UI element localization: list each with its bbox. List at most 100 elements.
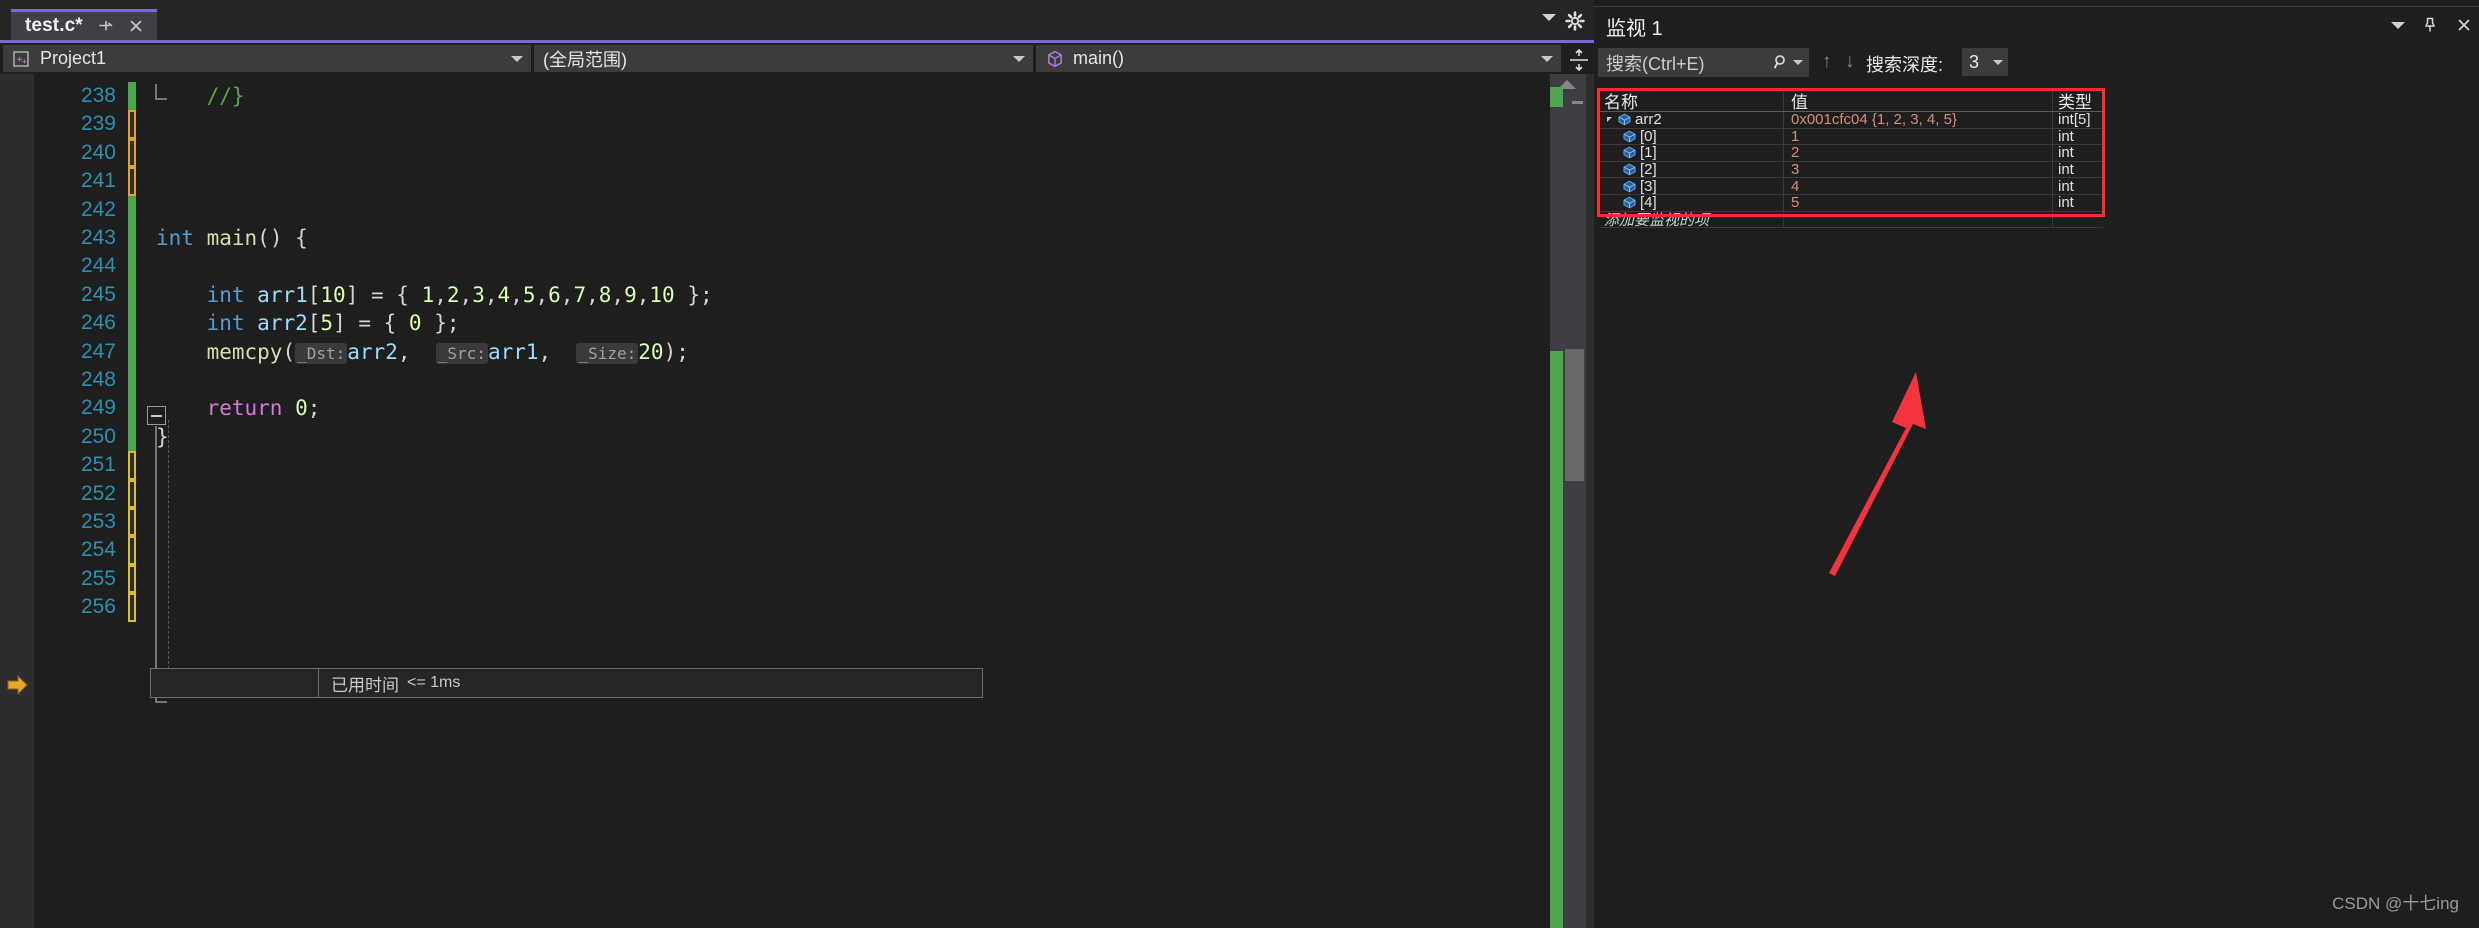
code-token: , [636,282,650,307]
indicator-margin [0,74,34,928]
search-depth-selector[interactable]: 3 [1962,48,2008,76]
code-token: int [156,282,245,307]
comment-brace-foot [155,84,167,100]
change-indicator-bar [128,479,136,508]
chevron-down-icon[interactable] [2391,21,2405,29]
line-number: 244 [80,254,116,278]
line-number: 238 [80,84,116,107]
code-token: ; [307,396,321,421]
search-icon[interactable] [1773,54,1790,71]
search-input[interactable]: 搜索(Ctrl+E) [1598,48,1809,77]
code-token: ] = { [345,282,422,307]
cpp-project-icon: + + [12,49,32,69]
collapse-region-toggle[interactable] [147,406,166,425]
code-token: , [586,282,599,307]
watch-row[interactable]: [0] 1 int [1599,128,2103,146]
change-indicator-bar [128,224,136,253]
code-line[interactable]: //} [156,82,245,110]
watch-row[interactable]: [3] 4 int [1599,178,2103,195]
chevron-down-icon[interactable] [1541,55,1553,62]
tab-overflow-chevron-down-icon[interactable] [1542,14,1556,21]
watch-row[interactable]: arr2 0x001cfc04 {1, 2, 3, 4, 5} int[5] [1599,112,2103,129]
watch-row-name-cell[interactable]: arr2 [1599,112,1784,128]
watch-row-value-cell[interactable]: 1 [1784,128,2053,145]
code-token: , [510,282,523,307]
watch-row-type-cell: int [2053,162,2103,178]
column-header-value[interactable]: 值 [1784,90,2053,111]
watch-row-value-cell[interactable]: 2 [1784,145,2053,161]
arrow-up-icon[interactable]: ↑ [1822,51,1832,73]
member-selector[interactable]: main() [1036,45,1561,72]
editor-vertical-scrollbar[interactable] [1550,74,1586,928]
code-token: ] = { [333,311,409,336]
chevron-down-icon[interactable] [1993,59,2003,65]
parameter-hint-badge: _Size: [576,342,639,364]
watch-row-value: 5 [1791,194,1800,211]
document-tab-test-c[interactable]: test.c* [11,9,157,40]
search-options-chevron-down-icon[interactable] [1793,60,1803,65]
watch-row-value-cell[interactable]: 5 [1784,194,2053,211]
code-token: [ [307,311,321,336]
watch-row-name: arr2 [1635,112,1662,128]
watch-row[interactable]: [1] 2 int [1599,145,2103,162]
change-indicator-bar [128,110,136,139]
scrollbar-thumb[interactable] [1565,349,1584,481]
project-selector[interactable]: + + Project1 [3,45,531,72]
chevron-down-icon[interactable] [511,55,523,62]
watch-row-name-cell[interactable]: [3] [1599,178,1784,194]
watch-add-row[interactable]: 添加要监视的项 [1599,211,2103,229]
pin-icon[interactable] [2421,16,2439,34]
gear-icon[interactable] [1564,10,1586,32]
watch-add-row-value-cell[interactable] [1784,211,2053,228]
close-icon[interactable] [127,17,145,35]
watch-row[interactable]: [2] 3 int [1599,161,2103,179]
line-number: 248 [80,368,116,391]
watch-grid: 名称 值 类型 arr2 0x001cfc04 {1, 2, 3, 4, 5} in… [1599,90,2103,229]
watch-row-type-cell: int [2053,129,2103,145]
code-line[interactable]: } [156,423,169,451]
code-token: arr1 [487,339,539,364]
watch-row-name: [1] [1640,145,1657,161]
change-indicator-bar [128,422,136,452]
code-token: 6 [548,282,561,307]
watch-row-value: 2 [1791,145,1800,161]
editor-pane: test.c* + + Project1 (全局范围) main() 238 /… [0,0,1594,928]
change-indicator-bar [128,593,136,622]
code-line[interactable]: int main() { [156,224,308,252]
change-indicator-bar [128,394,136,423]
close-icon[interactable] [2455,16,2473,34]
expand-collapse-triangle-icon[interactable] [1607,117,1612,123]
watch-row-value-cell[interactable]: 0x001cfc04 {1, 2, 3, 4, 5} [1784,112,2053,128]
watch-toolbar: 搜索(Ctrl+E) ↑ ↓ 搜索深度: 3 [1594,47,2479,79]
chevron-down-icon[interactable] [1013,55,1025,62]
code-token: , [397,339,436,364]
code-token: main [206,226,258,250]
watch-row-name-cell[interactable]: [0] [1599,128,1784,145]
watch-title-bar: 监视 1 [1594,7,2479,45]
watch-row-value-cell[interactable]: 4 [1784,178,2053,194]
code-line[interactable]: return 0; [156,394,321,422]
column-header-name[interactable]: 名称 [1599,90,1784,111]
watch-grid-header: 名称 值 类型 [1599,90,2103,112]
pin-icon[interactable] [96,17,114,35]
code-token: () { [257,226,308,250]
arrow-down-icon[interactable]: ↓ [1845,51,1855,73]
watch-row-name-cell[interactable]: [1] [1599,145,1784,161]
watch-row[interactable]: [4] 5 int [1599,194,2103,212]
code-line[interactable]: int arr2[5] = { 0 }; [156,309,460,337]
current-statement-arrow-icon[interactable] [5,672,31,698]
split-view-icon[interactable] [1567,47,1591,73]
method-cube-icon [1045,49,1065,69]
watch-row-name-cell[interactable]: [2] [1599,161,1784,178]
scope-selector[interactable]: (全局范围) [534,45,1033,72]
code-token: , [459,282,473,307]
line-number: 243 [80,226,116,249]
change-indicator-bar [128,252,136,281]
watch-row-name-cell[interactable]: [4] [1599,194,1784,211]
column-header-type[interactable]: 类型 [2053,90,2103,111]
watch-row-value-cell[interactable]: 3 [1784,161,2053,178]
code-line[interactable]: memcpy(_Dst:arr2, _Src:arr1, _Size:20); [156,338,689,366]
line-number: 246 [80,311,116,335]
code-line[interactable]: int arr1[10] = { 1,2,3,4,5,6,7,8,9,10 }; [156,281,713,309]
